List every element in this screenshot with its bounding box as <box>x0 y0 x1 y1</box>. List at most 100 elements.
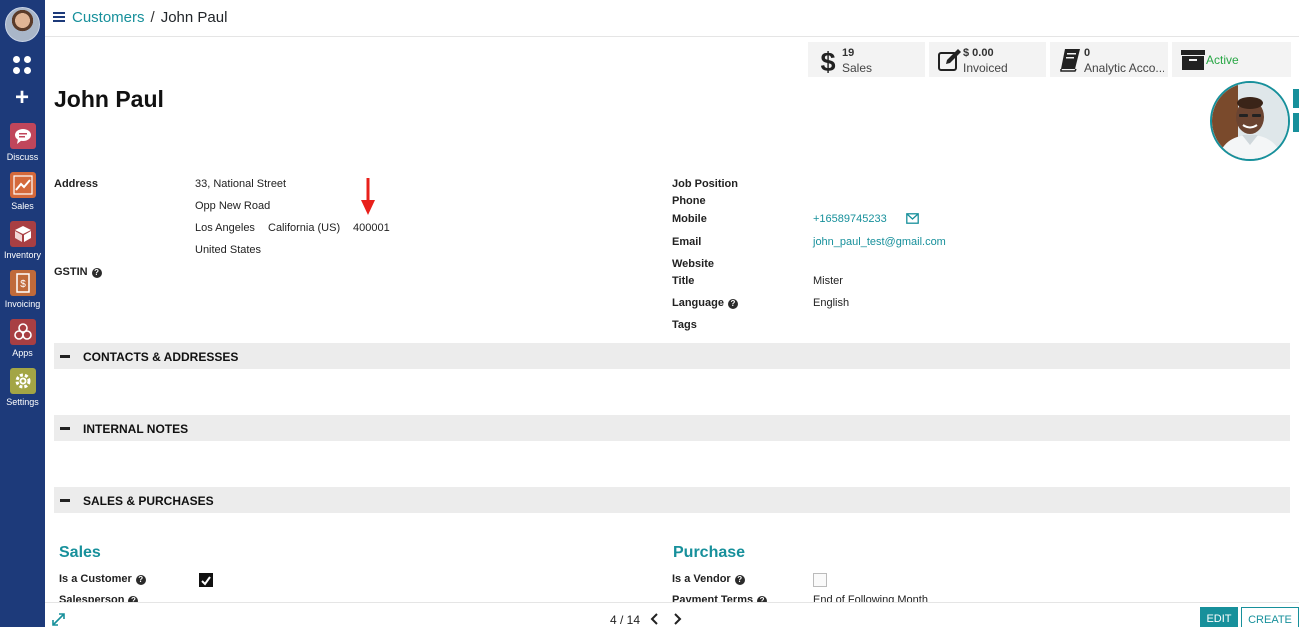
help-icon[interactable]: ? <box>91 268 102 278</box>
record-title: John Paul <box>54 86 164 112</box>
phone-label: Phone <box>672 195 706 207</box>
invoice-icon: $ <box>9 270 36 296</box>
bottom-bar: 4 / 14 <box>45 602 1299 627</box>
book-icon <box>1058 47 1082 73</box>
chat-bubble-icon <box>9 123 36 149</box>
hamburger-menu-icon[interactable] <box>53 12 65 23</box>
box-icon <box>9 221 36 247</box>
is-customer-label: Is a Customer? <box>59 573 146 585</box>
app-sidebar: + Discuss Sales Inventory $ Invoicing Ap… <box>0 0 45 627</box>
active-toggle-button[interactable]: Active <box>1172 42 1291 77</box>
sidebar-app-label: Apps <box>12 348 33 358</box>
language-field: English <box>813 297 850 309</box>
create-button[interactable]: CREATE <box>1241 607 1299 627</box>
sidebar-app-discuss[interactable]: Discuss <box>0 123 45 167</box>
stat-invoiced-button[interactable]: $ 0.00 Invoiced <box>929 42 1046 77</box>
is-customer-label-text: Is a Customer <box>59 573 132 585</box>
sidebar-app-inventory[interactable]: Inventory <box>0 221 45 265</box>
is-customer-checkbox[interactable] <box>199 573 213 587</box>
envelope-icon[interactable] <box>906 213 919 224</box>
ribbon-tab <box>1293 89 1299 108</box>
purchase-heading: Purchase <box>673 544 746 561</box>
customer-photo[interactable] <box>1210 81 1290 161</box>
collapse-icon <box>60 427 70 430</box>
is-vendor-label-text: Is a Vendor <box>672 573 731 585</box>
dollar-icon: $ <box>816 47 840 77</box>
stat-sales-value: 19 <box>842 47 855 59</box>
sidebar-app-invoicing[interactable]: $ Invoicing <box>0 270 45 314</box>
zip-field: 400001 <box>353 222 390 234</box>
language-label-text: Language <box>672 297 724 309</box>
section-title: SALES & PURCHASES <box>83 494 214 508</box>
cubes-icon <box>9 319 36 345</box>
stat-analytic-label: Analytic Acco... <box>1084 61 1164 75</box>
user-avatar[interactable] <box>5 7 40 42</box>
sidebar-app-apps[interactable]: Apps <box>0 319 45 363</box>
section-sales-purchases[interactable]: SALES & PURCHASES <box>54 487 1290 513</box>
sidebar-app-label: Settings <box>6 397 39 407</box>
language-label: Language? <box>672 297 738 309</box>
breadcrumb-current: John Paul <box>160 9 228 26</box>
job-position-label: Job Position <box>672 178 738 190</box>
gear-icon <box>9 368 36 394</box>
sidebar-app-label: Sales <box>11 201 34 211</box>
title-field: Mister <box>813 275 843 287</box>
section-contacts-addresses[interactable]: CONTACTS & ADDRESSES <box>54 343 1290 369</box>
chevron-right-icon[interactable] <box>674 613 682 625</box>
mobile-link[interactable]: +16589745233 <box>813 213 887 225</box>
collapse-icon <box>60 355 70 358</box>
tags-label: Tags <box>672 319 697 331</box>
chevron-left-icon[interactable] <box>650 613 658 625</box>
is-vendor-label: Is a Vendor? <box>672 573 745 585</box>
plus-icon[interactable]: + <box>10 86 34 110</box>
chart-icon <box>9 172 36 198</box>
help-icon[interactable]: ? <box>734 575 745 585</box>
mobile-label: Mobile <box>672 213 707 225</box>
stat-sales-label: Sales <box>842 61 873 75</box>
expand-icon[interactable] <box>52 613 65 626</box>
website-label: Website <box>672 258 714 270</box>
gstin-label-text: GSTIN <box>54 266 88 278</box>
app-grid-icon[interactable] <box>13 56 31 74</box>
stat-sales-button[interactable]: $ 19 Sales <box>808 42 925 77</box>
collapse-icon <box>60 499 70 502</box>
svg-text:$: $ <box>820 47 835 75</box>
title-label: Title <box>672 275 695 287</box>
sidebar-app-sales[interactable]: Sales <box>0 172 45 216</box>
section-title: CONTACTS & ADDRESSES <box>83 350 239 364</box>
email-link[interactable]: john_paul_test@gmail.com <box>813 236 946 248</box>
control-panel: Customers / John Paul <box>45 0 1299 37</box>
active-status-label: Active <box>1206 53 1239 67</box>
section-internal-notes[interactable]: INTERNAL NOTES <box>54 415 1290 441</box>
city-field: Los Angeles <box>195 222 255 234</box>
address-label: Address <box>54 178 99 190</box>
street-field: 33, National Street <box>195 178 287 190</box>
gstin-label: GSTIN? <box>54 266 102 278</box>
pager-value[interactable]: 4 / 14 <box>610 613 640 627</box>
state-field: California (US) <box>268 222 341 234</box>
help-icon[interactable]: ? <box>727 299 738 309</box>
sidebar-app-label: Invoicing <box>4 299 41 309</box>
archive-icon <box>1180 47 1205 73</box>
country-field: United States <box>195 244 262 256</box>
is-vendor-checkbox[interactable] <box>813 573 827 587</box>
edit-button[interactable]: EDIT <box>1200 607 1238 627</box>
svg-text:$: $ <box>20 279 26 290</box>
email-label: Email <box>672 236 702 248</box>
stat-analytic-value: 0 <box>1084 47 1091 59</box>
stat-invoiced-label: Invoiced <box>963 61 1008 75</box>
breadcrumb: Customers / John Paul <box>72 9 227 26</box>
sidebar-app-settings[interactable]: Settings <box>0 368 45 412</box>
section-title: INTERNAL NOTES <box>83 422 189 436</box>
stat-analytic-button[interactable]: 0 Analytic Acco... <box>1050 42 1168 77</box>
checkmark-icon <box>201 576 211 586</box>
breadcrumb-separator: / <box>150 9 155 26</box>
annotation-arrow-icon <box>361 178 375 215</box>
stat-invoiced-value: $ 0.00 <box>963 47 994 59</box>
ribbon-tab <box>1293 113 1299 132</box>
sales-heading: Sales <box>59 544 101 561</box>
help-icon[interactable]: ? <box>135 575 146 585</box>
edit-pencil-icon <box>937 47 961 73</box>
breadcrumb-customers-link[interactable]: Customers <box>72 9 145 26</box>
street2-field: Opp New Road <box>195 200 271 212</box>
